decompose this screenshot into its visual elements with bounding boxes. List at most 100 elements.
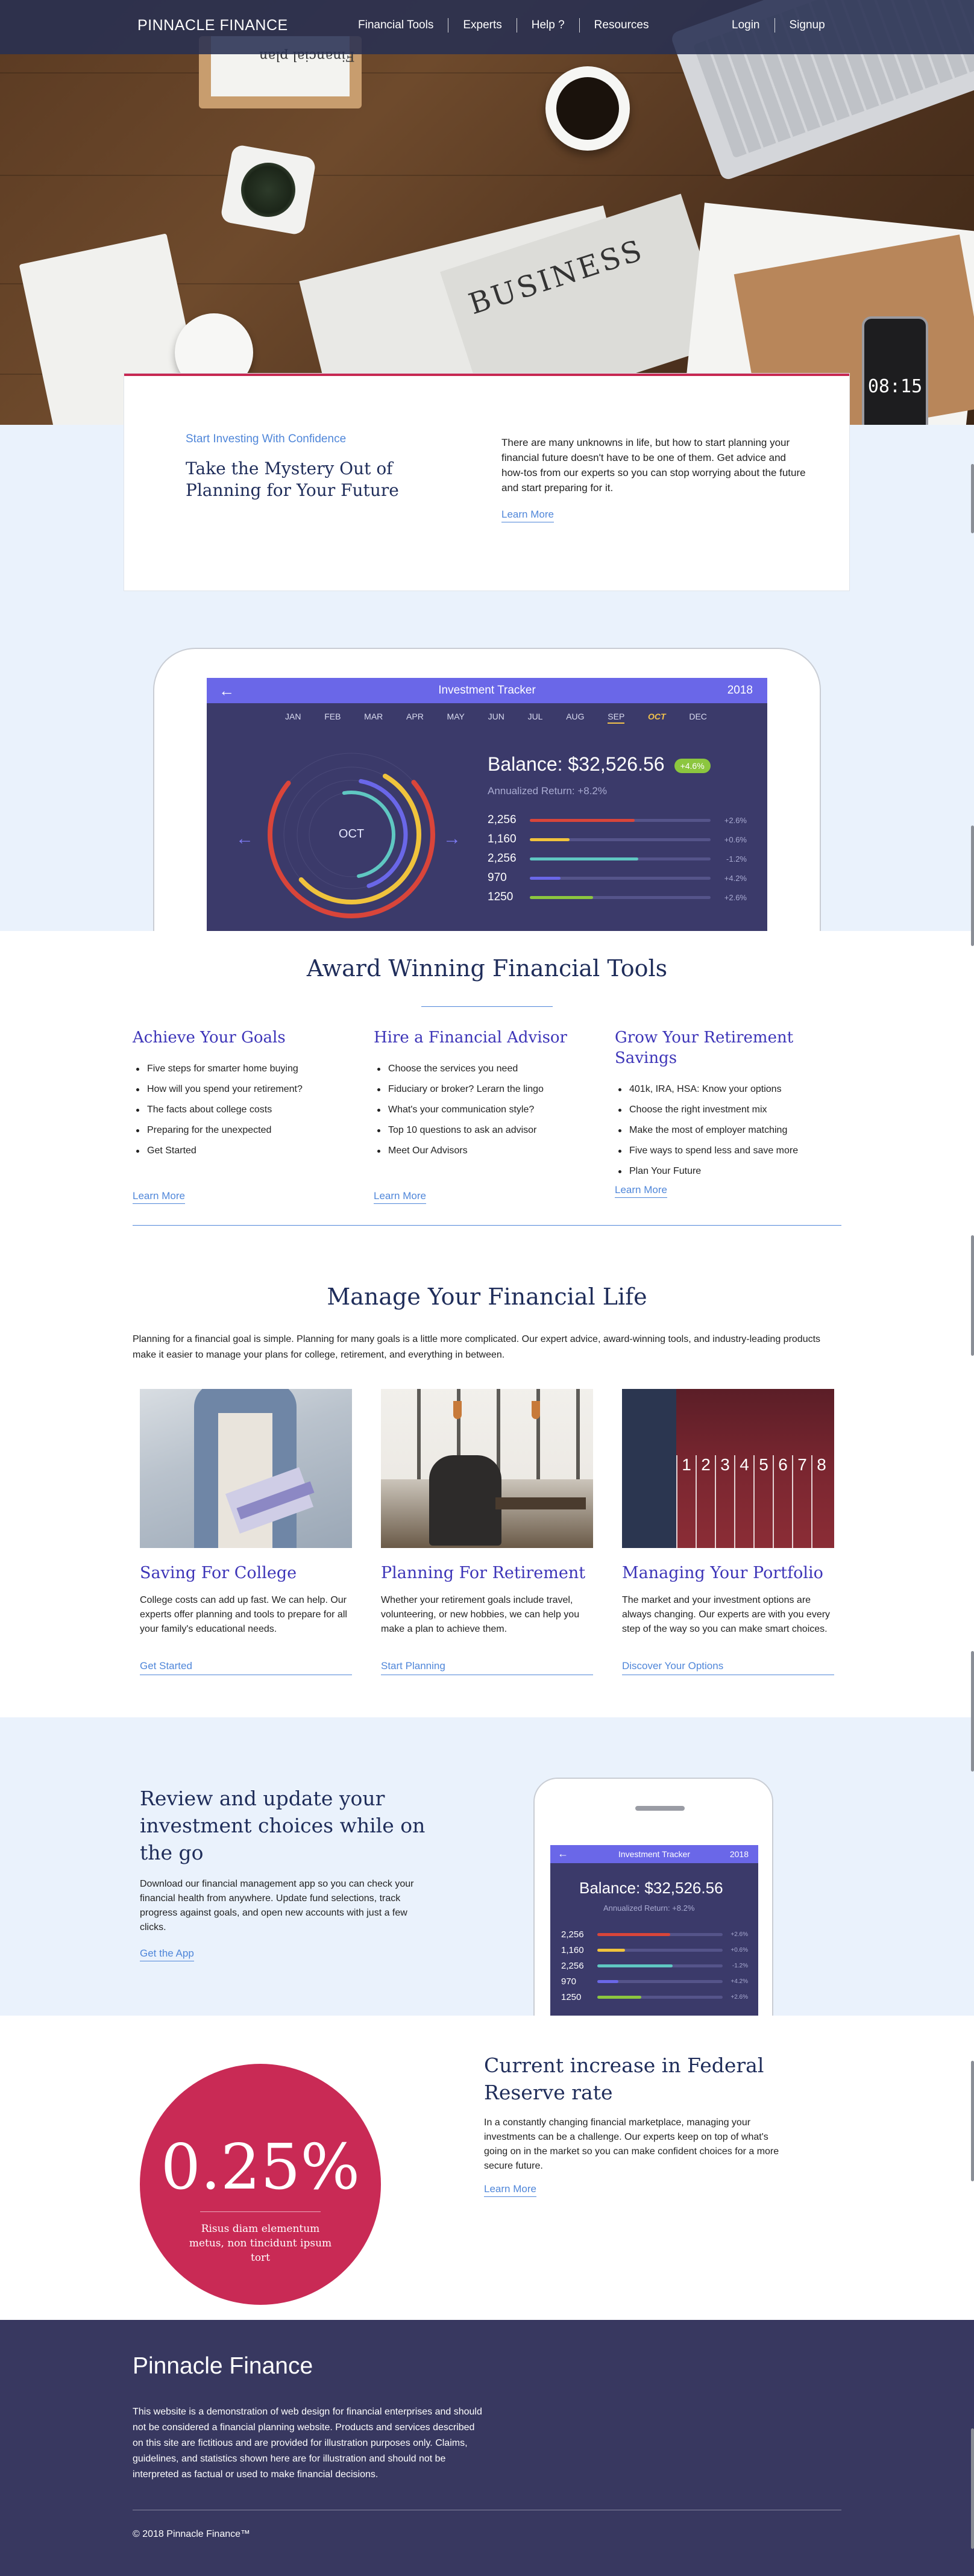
month-tab[interactable]: FEB <box>324 712 341 724</box>
rate-learn-more-link[interactable]: Learn More <box>484 2183 536 2197</box>
list-item[interactable]: The facts about college costs <box>133 1100 350 1120</box>
holding-value: 1,160 <box>488 833 517 845</box>
rate-title: Current increase in Federal Reserve rate <box>484 2054 764 2104</box>
intro-learn-more-link[interactable]: Learn More <box>501 509 554 522</box>
list-item[interactable]: Plan Your Future <box>615 1161 832 1182</box>
balance-badge: +4.6% <box>674 758 711 773</box>
scrollbar-thumb[interactable] <box>971 1651 974 1772</box>
scrollbar-thumb[interactable] <box>971 826 974 946</box>
balance-value: Balance: $32,526.56 <box>488 753 665 775</box>
next-arrow-icon[interactable]: → <box>443 829 461 849</box>
intro-body: There are many unknowns in life, but how… <box>501 437 806 494</box>
signup-link[interactable]: Signup <box>774 18 840 33</box>
brand-logo[interactable]: PINNACLE FINANCE <box>137 17 288 34</box>
month-tab[interactable]: OCT <box>648 712 666 724</box>
manage-section: Manage Your Financial Life Planning for … <box>0 1259 974 1717</box>
mini-tracker-header: ← Investment Tracker 2018 <box>550 1845 758 1863</box>
lane-number: 7 <box>792 1455 811 1548</box>
card-heading[interactable]: Planning For Retirement <box>381 1564 593 1582</box>
phone: 08:15 <box>862 316 928 425</box>
nav-resources[interactable]: Resources <box>579 18 664 33</box>
running-track-lanes: 12345678 <box>676 1455 831 1548</box>
intro-title: Take the Mystery Out of Planning for You… <box>186 459 399 500</box>
intro-card: Start Investing With Confidence Take the… <box>124 374 849 591</box>
lane-number: 3 <box>715 1455 734 1548</box>
list-item[interactable]: Preparing for the unexpected <box>133 1120 350 1141</box>
list-item[interactable]: Top 10 questions to ask an advisor <box>374 1120 591 1141</box>
get-the-app-link[interactable]: Get the App <box>140 1948 194 1961</box>
card-body: College costs can add up fast. We can he… <box>140 1595 347 1634</box>
holding-value: 2,256 <box>488 813 517 826</box>
holding-bar-track <box>530 876 711 880</box>
nav-help[interactable]: Help ? <box>516 18 579 33</box>
list-item[interactable]: Make the most of employer matching <box>615 1120 832 1141</box>
scrollbar-thumb[interactable] <box>971 464 974 533</box>
card-heading[interactable]: Managing Your Portfolio <box>622 1564 834 1582</box>
retirement-learn-more-link[interactable]: Learn More <box>615 1184 667 1198</box>
month-tab[interactable]: AUG <box>566 712 584 724</box>
list-item[interactable]: Five steps for smarter home buying <box>133 1059 350 1079</box>
list-item[interactable]: Fiduciary or broker? Lerarn the lingo <box>374 1079 591 1100</box>
holding-change: +4.2% <box>724 873 747 883</box>
mini-tracker-title: Investment Tracker <box>618 1849 691 1859</box>
scrollbar-thumb[interactable] <box>971 2061 974 2181</box>
holding-row: 2,256 +2.6% <box>488 810 747 830</box>
login-link[interactable]: Login <box>717 18 774 33</box>
footer-copyright: © 2018 Pinnacle Finance™ <box>133 2529 251 2539</box>
scrollbar-thumb[interactable] <box>971 2428 974 2549</box>
list-item[interactable]: Choose the right investment mix <box>615 1100 832 1120</box>
card-heading[interactable]: Saving For College <box>140 1564 352 1582</box>
discover-options-link[interactable]: Discover Your Options <box>622 1660 834 1675</box>
scrollbar[interactable] <box>969 0 974 2551</box>
award-title: Award Winning Financial Tools <box>306 955 668 982</box>
nav-auth: Login Signup <box>717 18 840 33</box>
card-body: The market and your investment options a… <box>622 1595 831 1634</box>
list-item[interactable]: How will you spend your retirement? <box>133 1079 350 1100</box>
holding-bar-fill <box>597 1995 641 1999</box>
footer: Pinnacle Finance This website is a demon… <box>0 2320 974 2576</box>
footer-disclaimer: This website is a demonstration of web d… <box>133 2407 482 2480</box>
arrow-left-icon[interactable]: ← <box>219 682 234 700</box>
month-tab[interactable]: MAR <box>364 712 383 724</box>
list-item[interactable]: Meet Our Advisors <box>374 1141 591 1161</box>
list-item[interactable]: What's your communication style? <box>374 1100 591 1120</box>
card-college: Saving For College College costs can add… <box>140 1389 352 1637</box>
tool-heading[interactable]: Hire a Financial Advisor <box>374 1027 591 1048</box>
list-item[interactable]: Five ways to spend less and save more <box>615 1141 832 1161</box>
holding-bar-track <box>530 838 711 841</box>
holding-bar-fill <box>530 818 635 822</box>
month-tab[interactable]: DEC <box>689 712 707 724</box>
holding-bar-track <box>597 1979 723 1983</box>
nav-financial-tools[interactable]: Financial Tools <box>344 18 448 33</box>
nav-experts[interactable]: Experts <box>448 18 516 33</box>
holding-bar-fill <box>530 895 593 899</box>
month-tab[interactable]: JUL <box>528 712 543 724</box>
tool-heading[interactable]: Grow Your Retirement Savings <box>615 1027 808 1068</box>
balance: Balance: $32,526.56 +4.6% <box>488 753 711 776</box>
phone-speaker <box>635 1806 685 1811</box>
college-photo <box>140 1389 352 1548</box>
month-tab[interactable]: JAN <box>285 712 301 724</box>
hero-image: Financial plan BUSINESS 08:15 <box>0 0 974 425</box>
retirement-photo <box>381 1389 593 1548</box>
arrow-left-icon[interactable]: ← <box>558 1847 568 1860</box>
holding-bar-track <box>530 895 711 899</box>
list-item[interactable]: 401k, IRA, HSA: Know your options <box>615 1079 832 1100</box>
goals-learn-more-link[interactable]: Learn More <box>133 1190 185 1204</box>
get-started-link[interactable]: Get Started <box>140 1660 352 1675</box>
lane-number: 2 <box>696 1455 715 1548</box>
tool-heading[interactable]: Achieve Your Goals <box>133 1027 350 1048</box>
month-tab[interactable]: MAY <box>447 712 465 724</box>
start-planning-link[interactable]: Start Planning <box>381 1660 593 1675</box>
prev-arrow-icon[interactable]: ← <box>236 829 254 849</box>
holdings-bars: 2,256 +2.6% 1,160 +0.6% 2,256 -1.2% 970 +4.2% 12… <box>488 810 747 907</box>
list-item[interactable]: Get Started <box>133 1141 350 1161</box>
holding-value: 1250 <box>561 1992 582 2002</box>
mini-annualized-return: Annualized Return: +8.2% <box>603 1904 695 1913</box>
advisor-learn-more-link[interactable]: Learn More <box>374 1190 426 1204</box>
month-tab[interactable]: JUN <box>488 712 504 724</box>
month-tab[interactable]: SEP <box>608 712 625 724</box>
month-tab[interactable]: APR <box>406 712 424 724</box>
list-item[interactable]: Choose the services you need <box>374 1059 591 1079</box>
scrollbar-thumb[interactable] <box>971 1235 974 1356</box>
